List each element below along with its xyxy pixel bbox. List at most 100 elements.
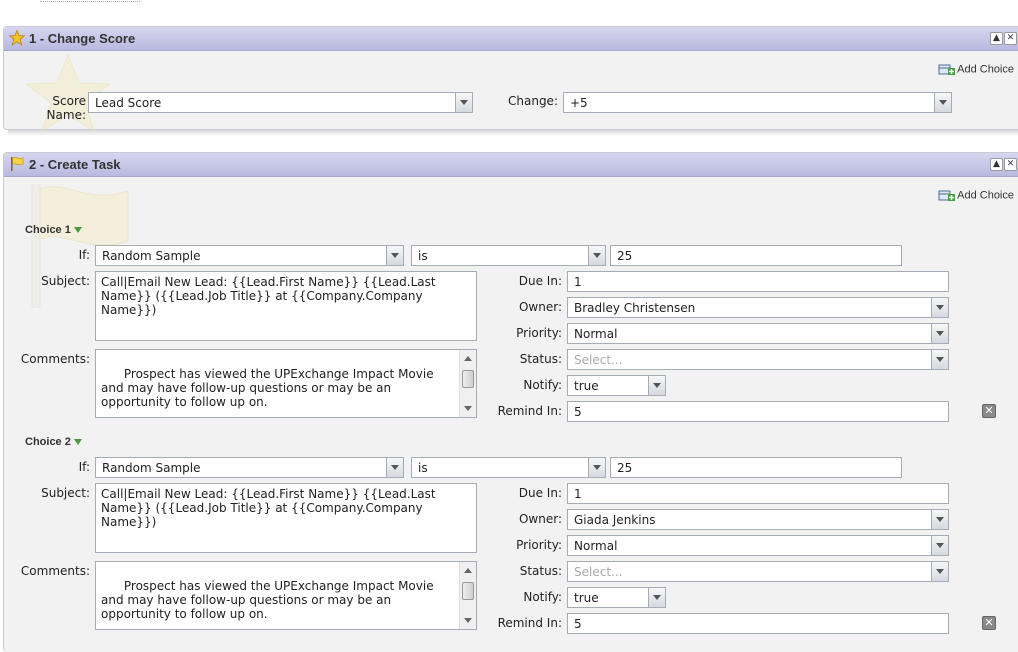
owner-value: Giada Jenkins (574, 513, 656, 527)
add-choice-icon (938, 190, 956, 201)
choice-label-text: Choice 1 (25, 224, 71, 236)
notify-label: Notify: (523, 590, 562, 604)
remind-in-input[interactable]: 5 (567, 401, 949, 422)
priority-value: Normal (574, 327, 618, 341)
remind-in-label: Remind In: (497, 404, 562, 418)
owner-label: Owner: (518, 300, 562, 314)
flag-icon (11, 156, 24, 171)
chevron-down-icon[interactable] (648, 588, 665, 607)
if-value-input[interactable]: 25 (610, 245, 902, 266)
delete-choice-icon[interactable]: ✕ (982, 616, 996, 630)
comments-label: Comments: (20, 352, 90, 366)
add-choice-button[interactable]: Add Choice (938, 189, 1014, 202)
panel-shadow (8, 130, 1018, 136)
scroll-thumb[interactable] (462, 582, 474, 600)
score-name-label: Score Name: (46, 94, 86, 122)
comments-textarea[interactable]: Prospect has viewed the UPExchange Impac… (95, 561, 477, 630)
chevron-down-icon[interactable] (931, 510, 948, 529)
change-select[interactable]: +5 (563, 92, 952, 113)
chevron-down-icon[interactable] (648, 376, 665, 395)
score-name-value: Lead Score (95, 96, 162, 110)
priority-label: Priority: (516, 538, 562, 552)
chevron-down-icon[interactable] (931, 536, 948, 555)
owner-label: Owner: (518, 512, 562, 526)
chevron-down-icon[interactable] (931, 350, 948, 369)
collapse-button[interactable]: ▲ (990, 158, 1003, 171)
owner-select[interactable]: Giada Jenkins (567, 509, 949, 530)
priority-select[interactable]: Normal (567, 323, 949, 344)
expand-arrow-icon[interactable] (73, 227, 82, 234)
priority-select[interactable]: Normal (567, 535, 949, 556)
owner-value: Bradley Christensen (574, 301, 696, 315)
status-placeholder: Select... (574, 565, 623, 579)
status-select[interactable]: Select... (567, 561, 949, 582)
due-in-input[interactable]: 1 (567, 483, 949, 504)
scroll-up-icon[interactable] (464, 356, 472, 361)
subject-textarea[interactable]: Call|Email New Lead: {{Lead.First Name}}… (95, 271, 477, 341)
subject-textarea[interactable]: Call|Email New Lead: {{Lead.First Name}}… (95, 483, 477, 553)
subject-label: Subject: (41, 486, 90, 500)
add-choice-button[interactable]: Add Choice (938, 63, 1014, 76)
chevron-down-icon[interactable] (934, 93, 951, 112)
if-operator-select[interactable]: is (411, 457, 606, 478)
change-label: Change: (508, 94, 558, 108)
if-field-select[interactable]: Random Sample (95, 245, 404, 266)
status-placeholder: Select... (574, 353, 623, 367)
chevron-down-icon[interactable] (386, 246, 403, 265)
status-label: Status: (519, 564, 562, 578)
collapse-button[interactable]: ▲ (990, 32, 1003, 45)
comments-label: Comments: (20, 564, 90, 578)
chevron-down-icon[interactable] (455, 93, 472, 112)
if-value-input[interactable]: 25 (610, 457, 902, 478)
due-in-input[interactable]: 1 (567, 271, 949, 292)
add-choice-icon (938, 64, 956, 75)
change-value: +5 (570, 96, 588, 110)
chevron-down-icon[interactable] (588, 458, 605, 477)
create-task-panel: 2 - Create Task ▲ ✕ Add Choice Choice 1 … (3, 152, 1018, 652)
owner-select[interactable]: Bradley Christensen (567, 297, 949, 318)
chevron-down-icon[interactable] (931, 562, 948, 581)
notify-value: true (574, 379, 599, 393)
close-button[interactable]: ✕ (1004, 158, 1017, 171)
add-choice-label: Add Choice (957, 63, 1014, 76)
scroll-thumb[interactable] (462, 370, 474, 388)
due-in-label: Due In: (518, 274, 562, 288)
scroll-down-icon[interactable] (464, 406, 472, 411)
if-operator-value: is (418, 249, 428, 263)
chevron-down-icon[interactable] (386, 458, 403, 477)
panel-title: 1 - Change Score (29, 31, 136, 46)
scroll-down-icon[interactable] (464, 618, 472, 623)
if-operator-value: is (418, 461, 428, 475)
if-field-value: Random Sample (102, 249, 201, 263)
chevron-down-icon[interactable] (588, 246, 605, 265)
chevron-down-icon[interactable] (931, 324, 948, 343)
if-field-select[interactable]: Random Sample (95, 457, 404, 478)
panel-title: 2 - Create Task (29, 157, 121, 172)
panel-header: 1 - Change Score ▲ ✕ (4, 27, 1018, 51)
if-field-value: Random Sample (102, 461, 201, 475)
score-name-select[interactable]: Lead Score (88, 92, 473, 113)
notify-select[interactable]: true (567, 375, 666, 396)
priority-label: Priority: (516, 326, 562, 340)
notify-select[interactable]: true (567, 587, 666, 608)
choice-label[interactable]: Choice 1 (25, 224, 82, 236)
comments-text: Prospect has viewed the UPExchange Impac… (101, 579, 434, 621)
comments-text: Prospect has viewed the UPExchange Impac… (101, 367, 434, 409)
delete-choice-icon[interactable]: ✕ (982, 404, 996, 418)
if-label: If: (78, 248, 90, 262)
close-button[interactable]: ✕ (1004, 32, 1017, 45)
choice-label[interactable]: Choice 2 (25, 436, 82, 448)
subject-label: Subject: (41, 274, 90, 288)
scroll-up-icon[interactable] (464, 568, 472, 573)
remind-in-input[interactable]: 5 (567, 613, 949, 634)
add-choice-label: Add Choice (957, 189, 1014, 202)
notify-label: Notify: (523, 378, 562, 392)
status-select[interactable]: Select... (567, 349, 949, 370)
top-fragment (40, 0, 140, 2)
expand-arrow-icon[interactable] (73, 439, 82, 446)
comments-textarea[interactable]: Prospect has viewed the UPExchange Impac… (95, 349, 477, 418)
if-operator-select[interactable]: is (411, 245, 606, 266)
status-label: Status: (519, 352, 562, 366)
remind-in-label: Remind In: (497, 616, 562, 630)
chevron-down-icon[interactable] (931, 298, 948, 317)
